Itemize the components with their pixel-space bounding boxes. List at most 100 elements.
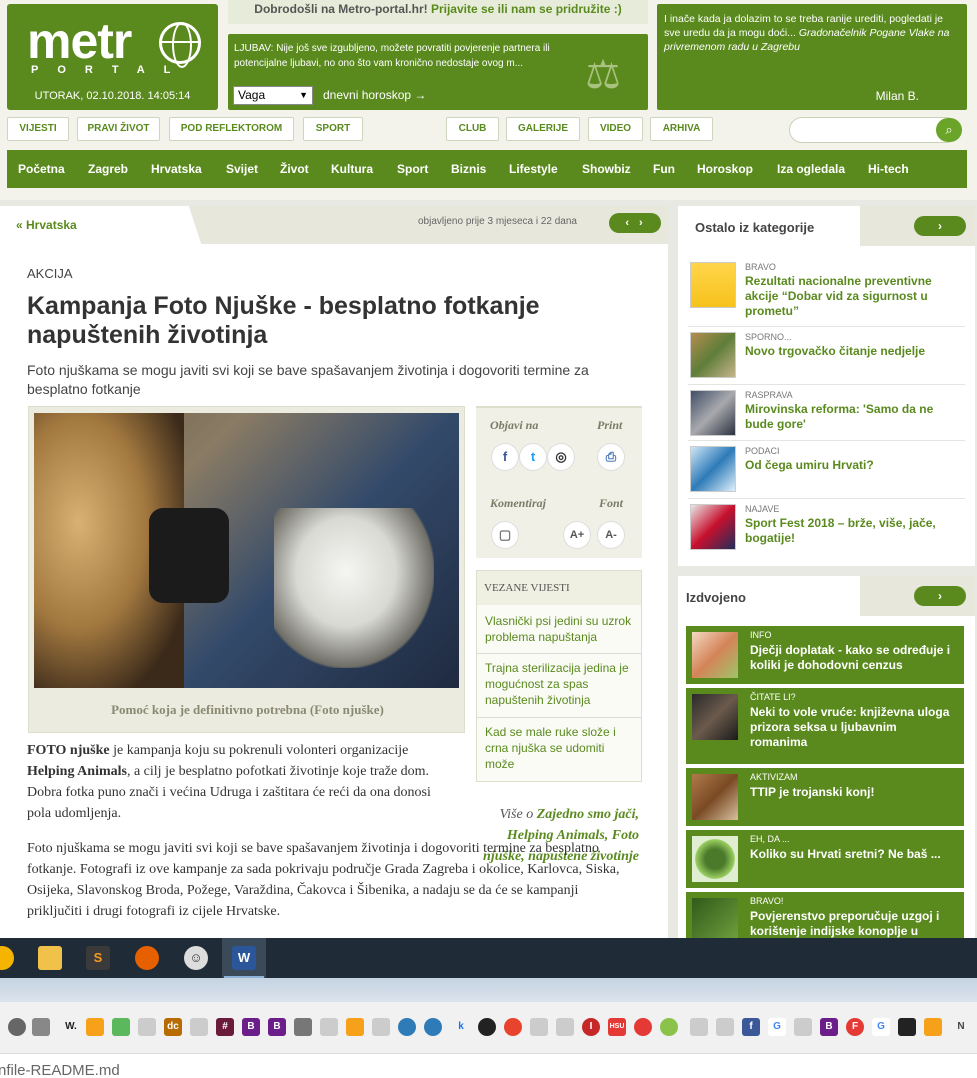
nav-hrvatska[interactable]: Hrvatska: [151, 150, 202, 188]
subnav-galerije[interactable]: GALERIJE: [506, 117, 580, 141]
twitter-icon[interactable]: t: [520, 444, 546, 470]
nav-hi-tech[interactable]: Hi-tech: [868, 150, 909, 188]
bookmark-icon[interactable]: [794, 1018, 812, 1036]
nav-svijet[interactable]: Svijet: [226, 150, 258, 188]
article-pager[interactable]: ‹›: [609, 213, 661, 233]
bookmark-icon[interactable]: [398, 1018, 416, 1036]
nav-zagreb[interactable]: Zagreb: [88, 150, 128, 188]
bookmark-icon[interactable]: HSU: [608, 1018, 626, 1036]
horoscope-text[interactable]: LJUBAV: Nije još sve izgubljeno, možete …: [234, 41, 564, 71]
google-icon[interactable]: G: [872, 1018, 890, 1036]
comment-icon[interactable]: ▢: [492, 522, 518, 548]
bookmark-icon[interactable]: k: [452, 1018, 470, 1036]
nav-fun[interactable]: Fun: [653, 150, 675, 188]
github-icon[interactable]: [478, 1018, 496, 1036]
bookmark-icon[interactable]: [372, 1018, 390, 1036]
chevron-right-icon[interactable]: ›: [914, 216, 966, 236]
google-icon[interactable]: G: [768, 1018, 786, 1036]
word-icon[interactable]: W: [232, 946, 256, 970]
bookmark-icon[interactable]: [424, 1018, 442, 1036]
bookmark-icon[interactable]: [138, 1018, 156, 1036]
bookmark-icon[interactable]: [294, 1018, 312, 1036]
bookmark-icon[interactable]: [634, 1018, 652, 1036]
bookmark-icon[interactable]: [190, 1018, 208, 1036]
related-item[interactable]: Vlasnički psi jedini su uzrok problema n…: [485, 613, 635, 645]
bookmark-icon[interactable]: B: [820, 1018, 838, 1036]
font-increase-button[interactable]: A+: [564, 522, 590, 548]
chevron-left-icon[interactable]: ‹: [625, 217, 639, 229]
nav-kultura[interactable]: Kultura: [331, 150, 373, 188]
download-filename[interactable]: nfile-README.md: [0, 1062, 120, 1078]
bookmark-icon[interactable]: F: [846, 1018, 864, 1036]
login-register-link[interactable]: Prijavite se ili nam se pridružite :): [431, 2, 622, 16]
bookmark-icon[interactable]: [924, 1018, 942, 1036]
bookmark-icon[interactable]: [32, 1018, 50, 1036]
site-logo[interactable]: metr PORTAL UTORAK, 02.10.2018. 14:05:14: [7, 4, 218, 110]
bookmark-icon[interactable]: B: [268, 1018, 286, 1036]
nav-lifestyle[interactable]: Lifestyle: [509, 150, 558, 188]
bookmark-icon[interactable]: [86, 1018, 104, 1036]
subnav-vijesti[interactable]: VIJESTI: [7, 117, 69, 141]
bookmark-icon[interactable]: [556, 1018, 574, 1036]
list-item[interactable]: EH, DA ... Koliko su Hrvati sretni? Ne b…: [686, 830, 964, 888]
bookmark-icon[interactable]: W.: [58, 1018, 84, 1036]
facebook-icon[interactable]: f: [492, 444, 518, 470]
subnav-pod-reflektorom[interactable]: POD REFLEKTOROM: [169, 117, 294, 141]
firefox-icon[interactable]: [135, 946, 159, 970]
nav-zivot[interactable]: Život: [280, 150, 309, 188]
bookmark-icon[interactable]: [660, 1018, 678, 1036]
search-input[interactable]: [789, 117, 959, 143]
nav-horoskop[interactable]: Horoskop: [697, 150, 753, 188]
search-icon[interactable]: ⌕: [936, 118, 962, 142]
bookmark-icon[interactable]: I: [582, 1018, 600, 1036]
bookmark-icon[interactable]: [112, 1018, 130, 1036]
bookmark-icon[interactable]: [690, 1018, 708, 1036]
zodiac-sign-select[interactable]: Vaga ▼: [233, 86, 313, 105]
chevron-right-icon[interactable]: ›: [639, 217, 653, 229]
chevron-right-icon[interactable]: ›: [914, 586, 966, 606]
bookmark-icon[interactable]: [716, 1018, 734, 1036]
subnav-video[interactable]: VIDEO: [588, 117, 643, 141]
bookmark-icon[interactable]: [8, 1018, 26, 1036]
bookmark-icon[interactable]: N: [952, 1018, 970, 1036]
article-photo[interactable]: [34, 413, 459, 688]
subnav-arhiva[interactable]: ARHIVA: [650, 117, 713, 141]
list-item[interactable]: INFO Dječji doplatak - kako se određuje …: [686, 626, 964, 684]
list-item[interactable]: AKTIVIZAM TTIP je trojanski konj!: [686, 768, 964, 826]
list-item[interactable]: PODACI Od čega umiru Hrvati?: [690, 446, 965, 502]
subnav-club[interactable]: CLUB: [446, 117, 499, 141]
list-item[interactable]: NAJAVE Sport Fest 2018 – brže, više, jač…: [690, 504, 965, 560]
bookmark-icon[interactable]: [898, 1018, 916, 1036]
related-item[interactable]: Trajna sterilizacija jedina je mogućnost…: [485, 660, 635, 708]
list-item[interactable]: BRAVO! Povjerenstvo preporučuje uzgoj i …: [686, 892, 964, 938]
subnav-pravi-zivot[interactable]: PRAVI ŽIVOT: [77, 117, 160, 141]
nav-biznis[interactable]: Biznis: [451, 150, 486, 188]
related-item[interactable]: Kad se male ruke slože i crna njuška se …: [485, 724, 635, 772]
file-explorer-icon[interactable]: [38, 946, 62, 970]
nav-iza-ogledala[interactable]: Iza ogledala: [777, 150, 845, 188]
bookmark-icon[interactable]: [320, 1018, 338, 1036]
nav-showbiz[interactable]: Showbiz: [582, 150, 631, 188]
font-decrease-button[interactable]: A-: [598, 522, 624, 548]
chrome-icon[interactable]: [0, 946, 14, 970]
nav-pocetna[interactable]: Početna: [18, 150, 65, 188]
messenger-icon[interactable]: ◎: [548, 444, 574, 470]
list-item[interactable]: BRAVO Rezultati nacionalne preventivne a…: [690, 262, 965, 318]
bookmark-icon[interactable]: [504, 1018, 522, 1036]
subnav-sport[interactable]: SPORT: [303, 117, 363, 141]
bookmark-icon[interactable]: #: [216, 1018, 234, 1036]
print-icon[interactable]: ⎙: [598, 444, 624, 470]
daily-horoscope-link[interactable]: dnevni horoskop →: [323, 88, 426, 102]
bookmark-icon[interactable]: [346, 1018, 364, 1036]
smiley-app-icon[interactable]: ☺: [184, 946, 208, 970]
bookmark-icon[interactable]: B: [242, 1018, 260, 1036]
breadcrumb[interactable]: « Hrvatska: [16, 218, 77, 232]
bookmark-icon[interactable]: [530, 1018, 548, 1036]
list-item[interactable]: SPORNO... Novo trgovačko čitanje nedjelj…: [690, 332, 965, 388]
sublime-text-icon[interactable]: S: [86, 946, 110, 970]
facebook-icon[interactable]: f: [742, 1018, 760, 1036]
list-item[interactable]: RASPRAVA Mirovinska reforma: 'Samo da ne…: [690, 390, 965, 446]
nav-sport[interactable]: Sport: [397, 150, 428, 188]
bookmark-icon[interactable]: dc: [164, 1018, 182, 1036]
list-item[interactable]: ČITATE LI? Neki to vole vruće: književna…: [686, 688, 964, 764]
